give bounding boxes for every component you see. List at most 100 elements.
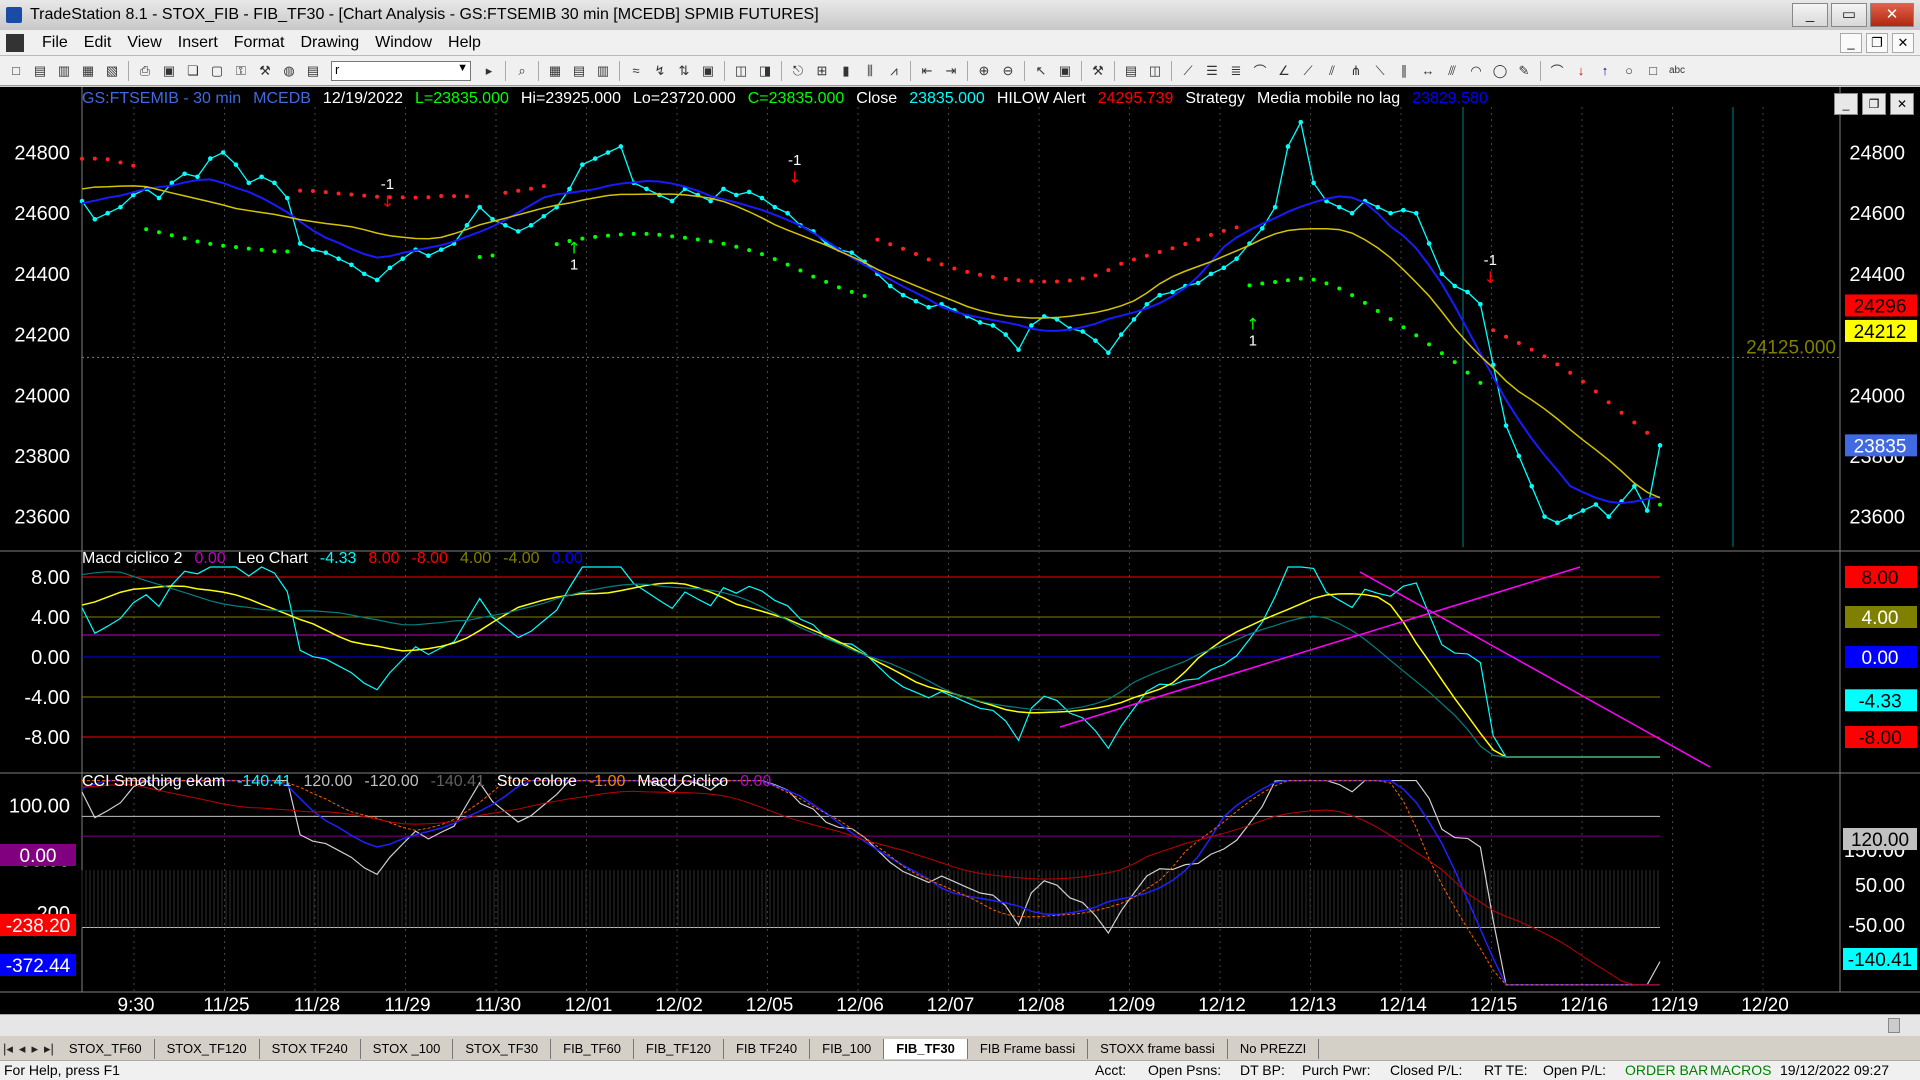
- menu-format[interactable]: Format: [226, 34, 293, 52]
- fib-arc-icon[interactable]: ◠: [1466, 61, 1486, 81]
- save-icon[interactable]: ▦: [78, 61, 98, 81]
- zoom-out-icon[interactable]: ⊖: [998, 61, 1018, 81]
- copy-icon[interactable]: ❏: [183, 61, 203, 81]
- tab-fib-tf240[interactable]: FIB TF240: [724, 1039, 811, 1059]
- arrow-down-icon[interactable]: ↓: [1571, 61, 1591, 81]
- tab-fib-100[interactable]: FIB_100: [810, 1039, 885, 1059]
- document-icon[interactable]: [6, 33, 24, 52]
- menu-insert[interactable]: Insert: [170, 34, 226, 52]
- chart-analysis-window[interactable]: 9:30 11/25 11/28 11/29 11/30 12/01 12/02 12/05 1…: [0, 87, 1920, 1014]
- new-icon[interactable]: □: [6, 61, 26, 81]
- horizontal-lines-icon[interactable]: ☰: [1202, 61, 1222, 81]
- zoom-in-icon[interactable]: ⊕: [974, 61, 994, 81]
- format-data-icon[interactable]: ▤: [569, 61, 589, 81]
- magnet-icon[interactable]: ⚒: [1088, 61, 1108, 81]
- ellipse-icon[interactable]: ○: [1619, 61, 1639, 81]
- tab-fib-frame-bassi[interactable]: FIB Frame bassi: [968, 1039, 1089, 1059]
- tab-stox-100[interactable]: STOX _100: [361, 1039, 454, 1059]
- print-icon[interactable]: ⎙: [135, 61, 155, 81]
- andrews-pitchfork-icon[interactable]: ⋔: [1346, 61, 1366, 81]
- menu-view[interactable]: View: [119, 34, 169, 52]
- tab-fib-tf30[interactable]: FIB_TF30: [884, 1039, 968, 1059]
- macros-button[interactable]: MACROS: [1710, 1062, 1771, 1078]
- tab-fib-tf120[interactable]: FIB_TF120: [634, 1039, 724, 1059]
- tab-next-icon[interactable]: ▸: [28, 1041, 41, 1057]
- tab-no-prezzi[interactable]: No PREZZI: [1228, 1039, 1320, 1059]
- extend-line-icon[interactable]: ↔: [1418, 61, 1438, 81]
- tab-stox-tf30[interactable]: STOX_TF30: [453, 1039, 552, 1059]
- workspace-icon[interactable]: ◫: [1145, 61, 1165, 81]
- bar-chart-icon[interactable]: ▮: [836, 61, 856, 81]
- format-style-icon[interactable]: ▥: [593, 61, 613, 81]
- go-arrow-icon[interactable]: ▸: [479, 61, 499, 81]
- fib-retrace-icon[interactable]: ≣: [1226, 61, 1246, 81]
- folder-icon[interactable]: ▤: [303, 61, 323, 81]
- mdi-close-button[interactable]: ✕: [1892, 33, 1914, 53]
- mdi-minimize-button[interactable]: _: [1840, 33, 1862, 53]
- chart-analysis-icon[interactable]: ◫: [731, 61, 751, 81]
- tab-stoxx-frame-bassi[interactable]: STOXX frame bassi: [1088, 1039, 1228, 1059]
- arc-icon[interactable]: ⌒: [1250, 61, 1270, 81]
- symbol-input[interactable]: r ▼: [331, 60, 471, 81]
- pointer-icon[interactable]: ↖: [1031, 61, 1051, 81]
- maximize-button[interactable]: ▭: [1831, 3, 1867, 27]
- paste-icon[interactable]: ▢: [207, 61, 227, 81]
- open-icon[interactable]: ▤: [30, 61, 50, 81]
- speed-lines-icon[interactable]: ⟋: [1298, 61, 1318, 81]
- cycle-lines-icon[interactable]: ◯: [1490, 61, 1510, 81]
- data-window-icon[interactable]: ▣: [1055, 61, 1075, 81]
- gann-fan-icon[interactable]: ⫽: [1322, 61, 1342, 81]
- channel-icon[interactable]: ⫻: [1442, 61, 1462, 81]
- arrow-up-icon[interactable]: ↑: [1595, 61, 1615, 81]
- scroll-left-icon[interactable]: ⇤: [917, 61, 937, 81]
- tab-last-icon[interactable]: ▸|: [41, 1041, 57, 1057]
- format-window-icon[interactable]: ▦: [545, 61, 565, 81]
- parallel-lines-icon[interactable]: ∥: [1394, 61, 1414, 81]
- trendline-icon[interactable]: ⟋: [1178, 61, 1198, 81]
- globe-icon[interactable]: ◍: [279, 61, 299, 81]
- tools-icon[interactable]: ⚒: [255, 61, 275, 81]
- horizontal-scrollbar[interactable]: [0, 1014, 1920, 1036]
- window-icon[interactable]: ▣: [698, 61, 718, 81]
- regression-icon[interactable]: ⟍: [1370, 61, 1390, 81]
- mdi-restore-button[interactable]: ❐: [1866, 33, 1888, 53]
- tab-first-icon[interactable]: |◂: [0, 1041, 16, 1057]
- tab-prev-icon[interactable]: ◂: [16, 1041, 29, 1057]
- tab-fib-tf60[interactable]: FIB_TF60: [551, 1039, 634, 1059]
- insert-strategy-icon[interactable]: ↯: [650, 61, 670, 81]
- line-chart-icon[interactable]: ⩘: [884, 61, 904, 81]
- curve-icon[interactable]: ⌒: [1547, 61, 1567, 81]
- open-workspace-icon[interactable]: ▥: [54, 61, 74, 81]
- hyperlink-icon[interactable]: ⎋: [788, 61, 808, 81]
- insert-indicator-icon[interactable]: ⇅: [674, 61, 694, 81]
- menu-file[interactable]: File: [34, 34, 76, 52]
- tab-stox-tf240[interactable]: STOX TF240: [260, 1039, 361, 1059]
- menu-edit[interactable]: Edit: [76, 34, 120, 52]
- menu-drawing[interactable]: Drawing: [292, 34, 367, 52]
- rectangle-icon[interactable]: □: [1643, 61, 1663, 81]
- radar-screen-icon[interactable]: ◨: [755, 61, 775, 81]
- tab-stox-tf120[interactable]: STOX_TF120: [155, 1039, 260, 1059]
- order-bar-button[interactable]: ORDER BAR: [1625, 1062, 1708, 1078]
- lock-icon[interactable]: ⚿: [231, 61, 251, 81]
- candlestick-icon[interactable]: ⫼: [860, 61, 880, 81]
- subwindow-minimize-button[interactable]: _: [1834, 93, 1858, 115]
- matrix-icon[interactable]: ⊞: [812, 61, 832, 81]
- menu-help[interactable]: Help: [440, 34, 489, 52]
- freehand-icon[interactable]: ✎: [1514, 61, 1534, 81]
- angle-icon[interactable]: ∠: [1274, 61, 1294, 81]
- scrollbar-thumb[interactable]: [1888, 1018, 1900, 1033]
- close-button[interactable]: ✕: [1870, 3, 1914, 27]
- text-icon[interactable]: abc: [1667, 61, 1687, 81]
- tab-stox-tf60[interactable]: STOX_TF60: [57, 1039, 155, 1059]
- insert-analysis-icon[interactable]: ≈: [626, 61, 646, 81]
- scroll-right-icon[interactable]: ⇥: [941, 61, 961, 81]
- subwindow-restore-button[interactable]: ❐: [1862, 93, 1886, 115]
- subwindow-close-button[interactable]: ✕: [1890, 93, 1914, 115]
- lookup-icon[interactable]: ⌕: [512, 61, 532, 81]
- minimize-button[interactable]: _: [1792, 3, 1828, 27]
- print-preview-icon[interactable]: ▣: [159, 61, 179, 81]
- menu-window[interactable]: Window: [367, 34, 440, 52]
- save-all-icon[interactable]: ▧: [102, 61, 122, 81]
- template-icon[interactable]: ▤: [1121, 61, 1141, 81]
